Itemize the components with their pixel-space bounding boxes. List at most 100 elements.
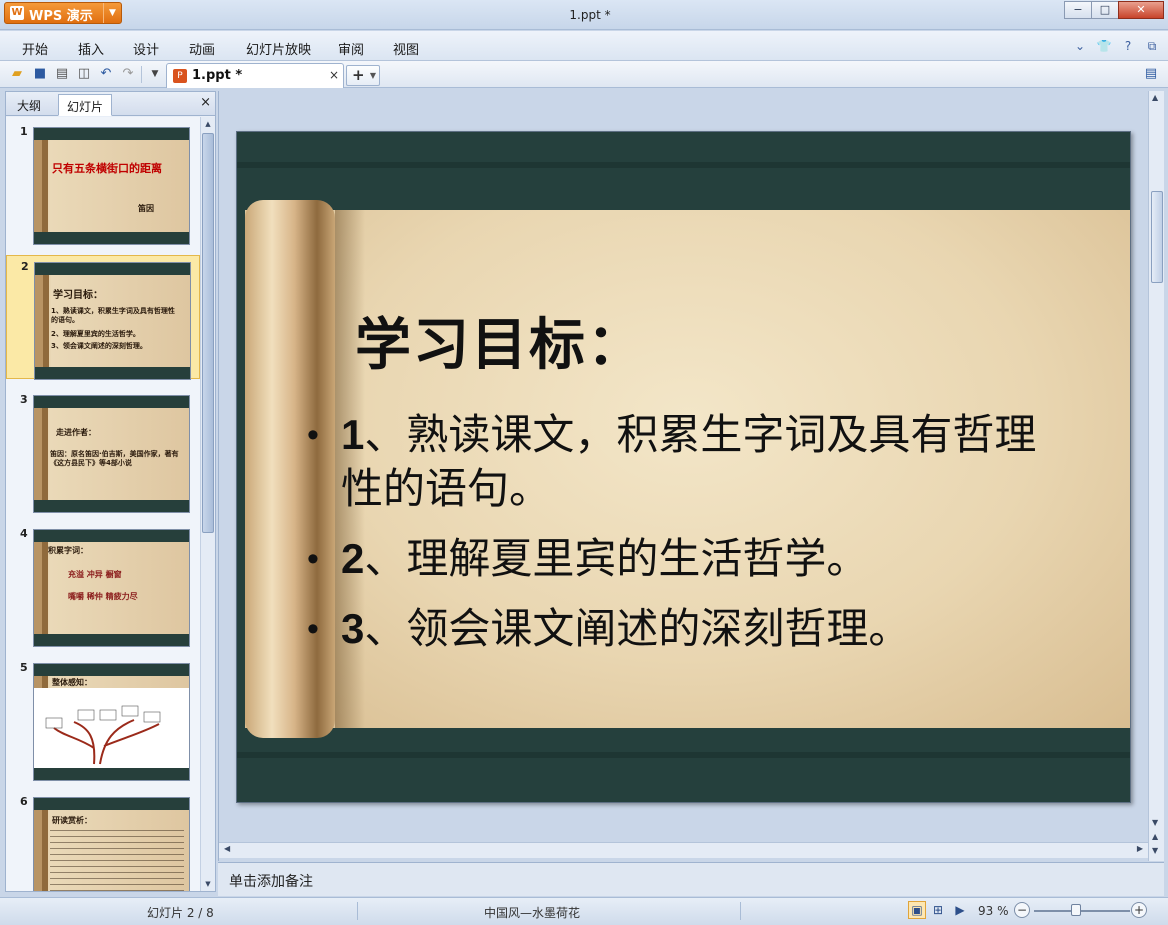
wps-logo-icon: W [10, 6, 24, 20]
scrollbar-thumb[interactable] [1151, 191, 1163, 283]
redo-icon[interactable]: ↷ [119, 66, 137, 82]
bullet-text: 、领会课文阐述的深刻哲理。 [364, 604, 911, 653]
slide-preview: 整体感知： [33, 663, 190, 781]
close-button[interactable]: ✕ [1118, 1, 1164, 19]
slide-thumbnail[interactable]: 1 只有五条横街口的距离 笛因 [6, 121, 200, 245]
slide-preview: 积累字词： 充溢 冲异 橱窗 嘴嚼 稀仲 精疲力尽 [33, 529, 190, 647]
slide-thumbnail[interactable]: 5 整体感知： [6, 657, 200, 781]
ppt-file-icon: P [173, 69, 187, 83]
tab-outline[interactable]: 大纲 [9, 94, 49, 116]
bullet-text: 、理解夏里宾的生活哲学。 [364, 534, 869, 583]
status-bar: 幻灯片 2 / 8 中国风—水墨荷花 ▣ ⊞ ▶ 93 % − + [0, 897, 1168, 925]
slide-number: 1 [20, 125, 28, 138]
menu-review[interactable]: 审阅 [338, 39, 364, 58]
slide-number: 2 [21, 260, 29, 273]
toolbar-divider [141, 66, 142, 83]
menu-view[interactable]: 视图 [393, 39, 419, 58]
scrollbar-thumb[interactable] [202, 133, 214, 533]
slide-thumb-line: 笛因：原名笛因·伯吉斯，美国作家，著有《这方县民下》等4部小说 [50, 450, 179, 467]
next-slide-icon[interactable]: ▼ [1152, 846, 1158, 855]
document-tab[interactable]: P 1.ppt * × [166, 63, 344, 88]
print-icon[interactable]: ▤ [53, 66, 71, 82]
horizontal-scrollbar[interactable]: ◀ ▶ [219, 842, 1149, 858]
scroll-right-icon[interactable]: ▶ [1137, 844, 1143, 853]
slide-thumbnail[interactable]: 6 研读赏析： [6, 791, 200, 891]
notes-pane[interactable]: 单击添加备注 [218, 862, 1164, 896]
menu-design[interactable]: 设计 [133, 39, 159, 58]
slide-thumb-line: 嘴嚼 稀仲 精疲力尽 [68, 592, 138, 601]
help-icon[interactable]: ? [1120, 38, 1136, 54]
current-slide[interactable]: 学习目标： 1、熟读课文，积累生字词及具有哲理性的语句。 2、理解夏里宾的生活哲… [236, 131, 1131, 803]
panel-tabs: 大纲 幻灯片 × [6, 92, 215, 116]
slide-number: 6 [20, 795, 28, 808]
parchment-image [34, 140, 189, 232]
restore-icon[interactable]: ⧉ [1144, 38, 1160, 54]
menu-start[interactable]: 开始 [22, 39, 48, 58]
zoom-in-button[interactable]: + [1131, 902, 1147, 918]
slide-preview: 研读赏析： [33, 797, 190, 891]
minimize-button[interactable]: − [1064, 1, 1092, 19]
menu-right-tools: ⌄ 👕 ? ⧉ [1072, 38, 1160, 54]
menu-insert[interactable]: 插入 [78, 39, 104, 58]
bullet-item: 2、理解夏里宾的生活哲学。 [307, 532, 1067, 586]
thumbnail-scrollbar[interactable]: ▲ ▼ [200, 117, 215, 891]
new-tab-button[interactable]: + ▼ [346, 65, 380, 86]
normal-view-icon[interactable]: ▣ [908, 901, 926, 919]
slide-thumbnail[interactable]: 3 走进作者： 笛因：原名笛因·伯吉斯，美国作家，著有《这方县民下》等4部小说 [6, 389, 200, 513]
scroll-up-icon[interactable]: ▲ [1152, 93, 1158, 102]
slideshow-icon[interactable]: ▶ [951, 901, 969, 919]
slide-preview: 学习目标： 1、熟读课文，积累生字词及具有哲理性的语句。 2、理解夏里宾的生活哲… [34, 262, 191, 380]
bullet-item: 3、领会课文阐述的深刻哲理。 [307, 602, 1067, 656]
chevron-down-icon[interactable]: ▼ [370, 67, 376, 85]
slide-sorter-icon[interactable]: ⊞ [929, 901, 947, 919]
close-tab-icon[interactable]: × [329, 68, 339, 82]
tab-slides[interactable]: 幻灯片 [58, 94, 113, 116]
scroll-left-icon[interactable]: ◀ [224, 844, 230, 853]
zoom-slider-track[interactable] [1034, 910, 1130, 912]
slide-thumbnail[interactable]: 4 积累字词： 充溢 冲异 橱窗 嘴嚼 稀仲 精疲力尽 [6, 523, 200, 647]
slide-thumb-line: 1、熟读课文，积累生字词及具有哲理性的语句。 [51, 307, 175, 324]
collapse-ribbon-icon[interactable]: ⌄ [1072, 38, 1088, 54]
close-panel-icon[interactable]: × [200, 95, 211, 110]
slide-bullets[interactable]: 1、熟读课文，积累生字词及具有哲理性的语句。 2、理解夏里宾的生活哲学。 3、领… [307, 408, 1067, 672]
slide-number: 3 [20, 393, 28, 406]
bullet-item: 1、熟读课文，积累生字词及具有哲理性的语句。 [307, 408, 1067, 516]
scroll-down-icon[interactable]: ▼ [1152, 818, 1158, 827]
zoom-out-button[interactable]: − [1014, 902, 1030, 918]
title-bar: W WPS 演示 ▼ 1.ppt * − □ ✕ [0, 0, 1168, 30]
vertical-scrollbar[interactable]: ▲ ▼ ▲ ▼ [1148, 91, 1164, 861]
zoom-slider-handle[interactable] [1071, 904, 1081, 916]
notes-placeholder: 单击添加备注 [229, 874, 313, 890]
task-pane-icon[interactable]: ▤ [1142, 66, 1160, 82]
status-divider [357, 902, 358, 920]
slide-thumbnails: 1 只有五条横街口的距离 笛因 2 学习目标： 1、熟读课文，积累生字词及具有哲… [6, 117, 200, 891]
bullet-number: 1 [341, 411, 365, 458]
scroll-down-icon[interactable]: ▼ [201, 877, 215, 891]
menu-animation[interactable]: 动画 [189, 39, 215, 58]
zoom-level: 93 % [978, 904, 1009, 918]
bullet-text: 、熟读课文，积累生字词及具有哲理性的语句。 [341, 410, 1037, 513]
slide-thumb-title: 研读赏析： [52, 816, 92, 825]
slide-title[interactable]: 学习目标： [355, 300, 645, 381]
customize-toolbar-icon[interactable]: ▼ [146, 66, 164, 82]
maximize-button[interactable]: □ [1091, 1, 1119, 19]
scroll-up-icon[interactable]: ▲ [201, 117, 215, 131]
save-icon[interactable]: ■ [31, 66, 49, 82]
slide-thumb-title: 整体感知： [52, 678, 92, 687]
undo-icon[interactable]: ↶ [97, 66, 115, 82]
chevron-down-icon[interactable]: ▼ [103, 3, 121, 23]
slide-preview: 走进作者： 笛因：原名笛因·伯吉斯，美国作家，著有《这方县民下》等4部小说 [33, 395, 190, 513]
dense-text-block [50, 830, 184, 891]
slide-thumbnail-selected[interactable]: 2 学习目标： 1、熟读课文，积累生字词及具有哲理性的语句。 2、理解夏里宾的生… [6, 255, 200, 380]
skin-icon[interactable]: 👕 [1096, 38, 1112, 54]
open-folder-icon[interactable]: ▰ [8, 66, 26, 82]
print-preview-icon[interactable]: ◫ [75, 66, 93, 82]
theme-name: 中国风—水墨荷花 [484, 906, 581, 920]
app-menu-button[interactable]: W WPS 演示 ▼ [4, 2, 122, 24]
diagram-image [34, 688, 189, 768]
bullet-number: 3 [341, 605, 365, 652]
menu-slideshow[interactable]: 幻灯片放映 [246, 39, 311, 58]
slide-thumb-line: 3、领会课文阐述的深刻哲理。 [51, 342, 147, 350]
bullet-number: 2 [341, 535, 365, 582]
previous-slide-icon[interactable]: ▲ [1152, 832, 1158, 841]
